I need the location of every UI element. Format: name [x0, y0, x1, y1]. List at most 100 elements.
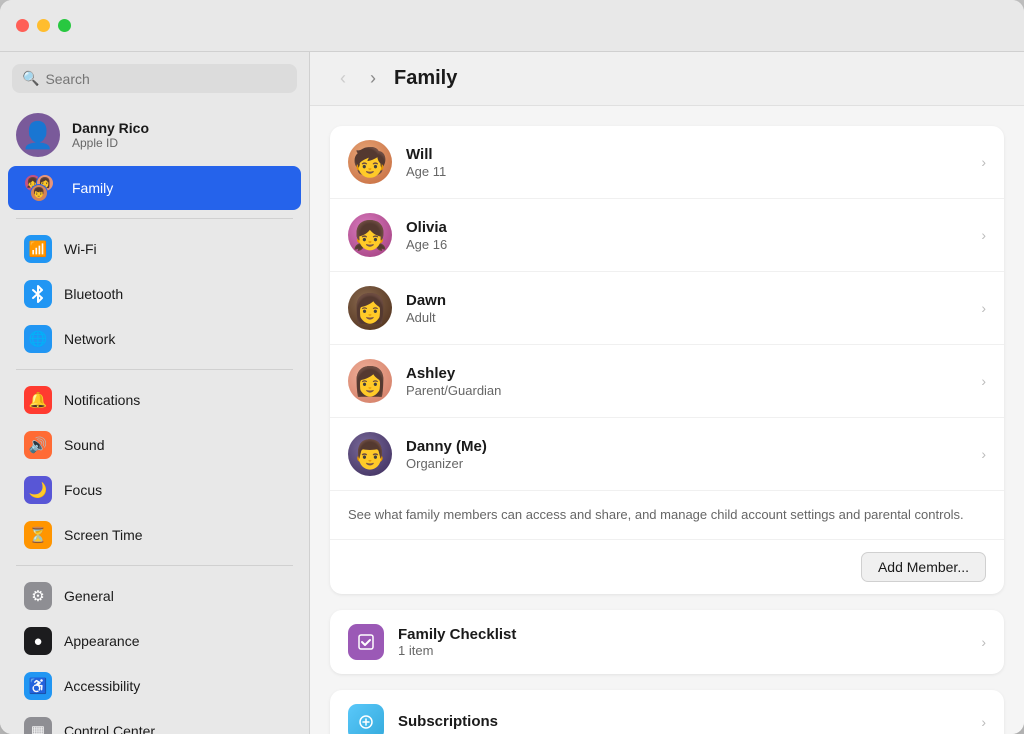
- checklist-icon: [348, 624, 384, 660]
- avatar: 👩: [348, 286, 392, 330]
- maximize-button[interactable]: [58, 19, 71, 32]
- screentime-icon: ⏳: [24, 521, 52, 549]
- sidebar-item-family[interactable]: 👧 👩 👦 Family: [8, 166, 301, 210]
- appearance-icon: ●: [24, 627, 52, 655]
- forward-button[interactable]: ›: [364, 66, 382, 91]
- family-avatars: 👧 👩 👦: [24, 174, 60, 202]
- sidebar-item-label-focus: Focus: [64, 482, 102, 498]
- avatar: 🧒: [348, 140, 392, 184]
- sidebar-item-label-sound: Sound: [64, 437, 104, 453]
- sidebar-item-label-accessibility: Accessibility: [64, 678, 140, 694]
- checklist-name: Family Checklist: [398, 626, 967, 643]
- sidebar-item-general[interactable]: ⚙ General: [8, 574, 301, 618]
- notifications-icon: 🔔: [24, 386, 52, 414]
- sidebar-item-label-network: Network: [64, 331, 115, 347]
- sound-icon: 🔊: [24, 431, 52, 459]
- user-subtitle: Apple ID: [72, 136, 149, 150]
- family-members-card: 🧒 Will Age 11 › 👧 Olivia Age 16: [330, 126, 1004, 594]
- chevron-right-icon: ›: [981, 634, 986, 650]
- subscriptions-card: Subscriptions ›: [330, 690, 1004, 734]
- checklist-subtitle: 1 item: [398, 643, 967, 658]
- main-window: 🔍 👤 Danny Rico Apple ID 👧 👩 👦: [0, 0, 1024, 734]
- member-role: Age 11: [406, 164, 967, 179]
- general-icon: ⚙: [24, 582, 52, 610]
- member-info: Danny (Me) Organizer: [406, 438, 967, 471]
- table-row[interactable]: 👨 Danny (Me) Organizer ›: [330, 418, 1004, 491]
- main-panel: ‹ › Family 🧒 Will Age 11 ›: [310, 52, 1024, 734]
- list-item[interactable]: Subscriptions ›: [330, 690, 1004, 734]
- main-header: ‹ › Family: [310, 52, 1024, 106]
- member-name: Dawn: [406, 292, 967, 309]
- sidebar-item-label-general: General: [64, 588, 114, 604]
- wifi-icon: 📶: [24, 235, 52, 263]
- sidebar-item-accessibility[interactable]: ♿ Accessibility: [8, 664, 301, 708]
- content-area: 🔍 👤 Danny Rico Apple ID 👧 👩 👦: [0, 52, 1024, 734]
- sidebar-item-label-bluetooth: Bluetooth: [64, 286, 123, 302]
- member-info: Dawn Adult: [406, 292, 967, 325]
- sidebar-item-label-wifi: Wi-Fi: [64, 241, 97, 257]
- avatar: 👩: [348, 359, 392, 403]
- sidebar-item-sound[interactable]: 🔊 Sound: [8, 423, 301, 467]
- sidebar-item-label-screentime: Screen Time: [64, 527, 143, 543]
- search-input[interactable]: [45, 71, 287, 87]
- member-name: Ashley: [406, 365, 967, 382]
- focus-icon: 🌙: [24, 476, 52, 504]
- member-name: Danny (Me): [406, 438, 967, 455]
- add-member-row: Add Member...: [330, 539, 1004, 594]
- member-info: Ashley Parent/Guardian: [406, 365, 967, 398]
- sidebar-item-label-controlcenter: Control Center: [64, 723, 155, 734]
- separator-1: [16, 218, 293, 219]
- table-row[interactable]: 🧒 Will Age 11 ›: [330, 126, 1004, 199]
- title-bar: [0, 0, 1024, 52]
- table-row[interactable]: 👧 Olivia Age 16 ›: [330, 199, 1004, 272]
- chevron-right-icon: ›: [981, 154, 986, 170]
- sidebar-item-screentime[interactable]: ⏳ Screen Time: [8, 513, 301, 557]
- list-item[interactable]: Family Checklist 1 item ›: [330, 610, 1004, 674]
- member-info: Olivia Age 16: [406, 219, 967, 252]
- sidebar-item-label-appearance: Appearance: [64, 633, 140, 649]
- search-icon: 🔍: [22, 70, 39, 87]
- sidebar-item-notifications[interactable]: 🔔 Notifications: [8, 378, 301, 422]
- member-name: Will: [406, 146, 967, 163]
- table-row[interactable]: 👩 Dawn Adult ›: [330, 272, 1004, 345]
- chevron-right-icon: ›: [981, 446, 986, 462]
- controlcenter-icon: ▦: [24, 717, 52, 734]
- chevron-right-icon: ›: [981, 227, 986, 243]
- minimize-button[interactable]: [37, 19, 50, 32]
- member-role: Age 16: [406, 237, 967, 252]
- sidebar-item-wifi[interactable]: 📶 Wi-Fi: [8, 227, 301, 271]
- member-role: Parent/Guardian: [406, 383, 967, 398]
- member-role: Adult: [406, 310, 967, 325]
- add-member-button[interactable]: Add Member...: [861, 552, 986, 582]
- back-button[interactable]: ‹: [334, 66, 352, 91]
- subscriptions-name: Subscriptions: [398, 713, 967, 730]
- table-row[interactable]: 👩 Ashley Parent/Guardian ›: [330, 345, 1004, 418]
- accessibility-icon: ♿: [24, 672, 52, 700]
- traffic-lights: [16, 19, 71, 32]
- bluetooth-icon: [24, 280, 52, 308]
- sidebar-item-label-notifications: Notifications: [64, 392, 140, 408]
- member-name: Olivia: [406, 219, 967, 236]
- description-text: See what family members can access and s…: [330, 491, 1004, 539]
- chevron-right-icon: ›: [981, 300, 986, 316]
- family-checklist-card: Family Checklist 1 item ›: [330, 610, 1004, 674]
- sidebar-item-focus[interactable]: 🌙 Focus: [8, 468, 301, 512]
- sidebar-item-label-family: Family: [72, 180, 113, 196]
- page-title: Family: [394, 67, 457, 90]
- sidebar-item-appearance[interactable]: ● Appearance: [8, 619, 301, 663]
- chevron-right-icon: ›: [981, 373, 986, 389]
- chevron-right-icon: ›: [981, 714, 986, 730]
- sidebar-item-network[interactable]: 🌐 Network: [8, 317, 301, 361]
- user-section[interactable]: 👤 Danny Rico Apple ID: [0, 105, 309, 165]
- separator-2: [16, 369, 293, 370]
- avatar: 👨: [348, 432, 392, 476]
- sidebar-item-bluetooth[interactable]: Bluetooth: [8, 272, 301, 316]
- sidebar-item-controlcenter[interactable]: ▦ Control Center: [8, 709, 301, 734]
- search-bar[interactable]: 🔍: [12, 64, 297, 93]
- avatar: 👧: [348, 213, 392, 257]
- user-info: Danny Rico Apple ID: [72, 120, 149, 150]
- separator-3: [16, 565, 293, 566]
- sidebar: 🔍 👤 Danny Rico Apple ID 👧 👩 👦: [0, 52, 310, 734]
- close-button[interactable]: [16, 19, 29, 32]
- main-content: 🧒 Will Age 11 › 👧 Olivia Age 16: [310, 106, 1024, 734]
